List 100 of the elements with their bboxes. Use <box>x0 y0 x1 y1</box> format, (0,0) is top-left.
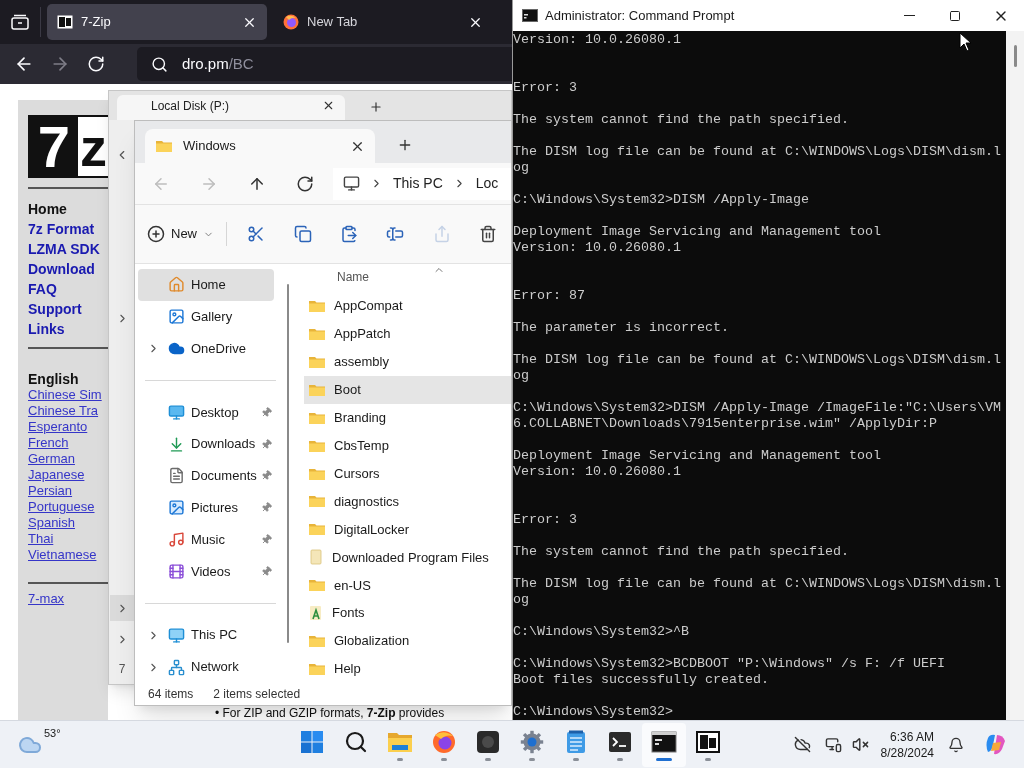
file-row[interactable]: Boot <box>304 375 511 404</box>
site-nav-link[interactable]: Download <box>28 259 108 279</box>
file-row[interactable]: Help <box>304 655 511 684</box>
console-line: og <box>513 160 529 176</box>
language-link[interactable]: German <box>28 451 108 467</box>
nav-item[interactable]: This PC <box>138 619 274 652</box>
console-line: Deployment Image Servicing and Management tool <box>513 224 881 240</box>
music-icon <box>168 531 185 549</box>
running-indicator <box>529 757 535 761</box>
close-icon[interactable] <box>322 99 335 112</box>
gear-icon[interactable] <box>520 729 544 754</box>
site-nav-link[interactable]: Support <box>28 299 108 319</box>
address-field[interactable]: dro.pm/BC <box>137 47 512 81</box>
display-icon[interactable] <box>824 736 842 753</box>
language-link[interactable]: Thai <box>28 531 108 547</box>
file-row[interactable]: AppPatch <box>304 319 511 348</box>
refresh-icon[interactable] <box>296 174 314 193</box>
file-row[interactable]: Fonts <box>304 599 511 628</box>
nav-item[interactable]: Music <box>138 523 274 556</box>
copy-icon[interactable] <box>293 225 312 243</box>
language-link[interactable]: Japanese <box>28 467 108 483</box>
site-nav-link[interactable]: FAQ <box>28 279 108 299</box>
breadcrumb-item[interactable]: Loc <box>475 173 499 194</box>
new-tab-icon[interactable] <box>369 100 383 114</box>
file-row[interactable]: Cursors <box>304 459 511 488</box>
site-nav-link[interactable]: Links <box>28 319 108 339</box>
archive-app-icon[interactable] <box>696 730 720 753</box>
explorer-tab[interactable]: Local Disk (P:) <box>117 95 345 120</box>
language-link[interactable]: Esperanto <box>28 419 108 435</box>
new-tab-icon[interactable] <box>397 137 413 153</box>
breadcrumb-item[interactable]: This PC <box>393 173 443 194</box>
file-row[interactable]: en-US <box>304 571 511 600</box>
nav-item[interactable]: Home <box>138 269 274 301</box>
file-row[interactable]: AppCompat <box>304 291 511 320</box>
rename-icon[interactable] <box>386 225 405 243</box>
nav-item[interactable]: OneDrive <box>138 332 274 365</box>
language-link[interactable]: Chinese Sim <box>28 387 108 403</box>
document-icon <box>168 467 185 485</box>
file-row[interactable]: diagnostics <box>304 487 511 516</box>
trash-icon[interactable] <box>478 225 497 243</box>
volume-muted-icon[interactable] <box>851 736 869 753</box>
address-bar[interactable]: This PC Loc <box>333 167 511 200</box>
browser-tab[interactable]: 7-Zip <box>47 4 267 40</box>
site-nav-link[interactable]: 7z Format <box>28 219 108 239</box>
paste-icon[interactable] <box>340 225 358 243</box>
windows-start-icon[interactable] <box>300 729 324 754</box>
maximize-icon <box>949 9 961 22</box>
file-row[interactable]: DigitalLocker <box>304 515 511 544</box>
nav-item[interactable]: Network <box>138 651 274 683</box>
language-link[interactable]: Chinese Tra <box>28 403 108 419</box>
browser-tab[interactable]: New Tab <box>273 4 493 40</box>
status-text: 2 items selected <box>213 686 301 703</box>
download-icon <box>168 435 185 453</box>
file-row[interactable]: assembly <box>304 347 511 376</box>
scrollbar-thumb <box>1013 45 1017 67</box>
network-icon <box>168 658 185 676</box>
reload-icon[interactable] <box>87 55 105 73</box>
notepad-icon[interactable] <box>565 729 587 754</box>
nav-item[interactable]: Documents <box>138 460 274 492</box>
taskbar-button[interactable] <box>642 722 686 767</box>
site-nav-link[interactable]: LZMA SDK <box>28 239 108 259</box>
site-nav-link[interactable]: Home <box>28 199 108 219</box>
file-row[interactable]: Globalization <box>304 627 511 656</box>
language-link[interactable]: Vietnamese <box>28 547 108 563</box>
language-link[interactable]: Portuguese <box>28 499 108 515</box>
weather-temperature[interactable]: 53° <box>44 724 61 741</box>
clock[interactable]: 6:36 AM 8/28/2024 <box>880 728 934 761</box>
cut-icon[interactable] <box>247 225 266 243</box>
running-indicator <box>485 757 491 761</box>
file-row[interactable]: Downloaded Program Files <box>304 543 511 572</box>
column-header[interactable]: Name <box>337 268 433 286</box>
console-line: The DISM log file can be found at C:\WINDOWS\Logs\DISM\dism.l <box>513 352 1001 368</box>
tab-tray-icon[interactable] <box>11 14 29 30</box>
explorer-tab[interactable]: Windows <box>145 129 375 163</box>
console-line: Error: 87 <box>513 288 585 304</box>
site-link[interactable]: 7-max <box>28 591 108 607</box>
search-icon[interactable] <box>344 729 368 754</box>
page-paragraph: • For ZIP and GZIP formats, 7-Zip provides <box>215 706 446 720</box>
cloud-off-icon[interactable] <box>793 736 811 753</box>
dark-app-icon[interactable] <box>476 729 500 754</box>
language-link[interactable]: Persian <box>28 483 108 499</box>
nav-item[interactable]: Videos <box>138 555 274 588</box>
status-text: 64 items <box>148 686 194 703</box>
terminal-icon[interactable] <box>608 730 632 753</box>
file-row[interactable]: CbsTemp <box>304 431 511 460</box>
firefox-app-icon[interactable] <box>432 729 456 754</box>
nav-item[interactable]: Pictures <box>138 491 274 524</box>
console-line: Error: 3 <box>513 512 577 528</box>
assistant-icon[interactable] <box>984 732 1008 757</box>
new-button[interactable]: New <box>147 224 221 244</box>
nav-item[interactable]: Desktop <box>138 396 274 429</box>
language-link[interactable]: Spanish <box>28 515 108 531</box>
nav-item[interactable]: Downloads <box>138 428 274 461</box>
house-icon <box>168 276 185 294</box>
bell-icon[interactable] <box>948 736 964 753</box>
folder-icon <box>308 549 324 566</box>
language-link[interactable]: French <box>28 435 108 451</box>
file-row[interactable]: Branding <box>304 403 511 432</box>
nav-item[interactable]: Gallery <box>138 300 274 333</box>
command-prompt-icon[interactable] <box>651 730 677 753</box>
